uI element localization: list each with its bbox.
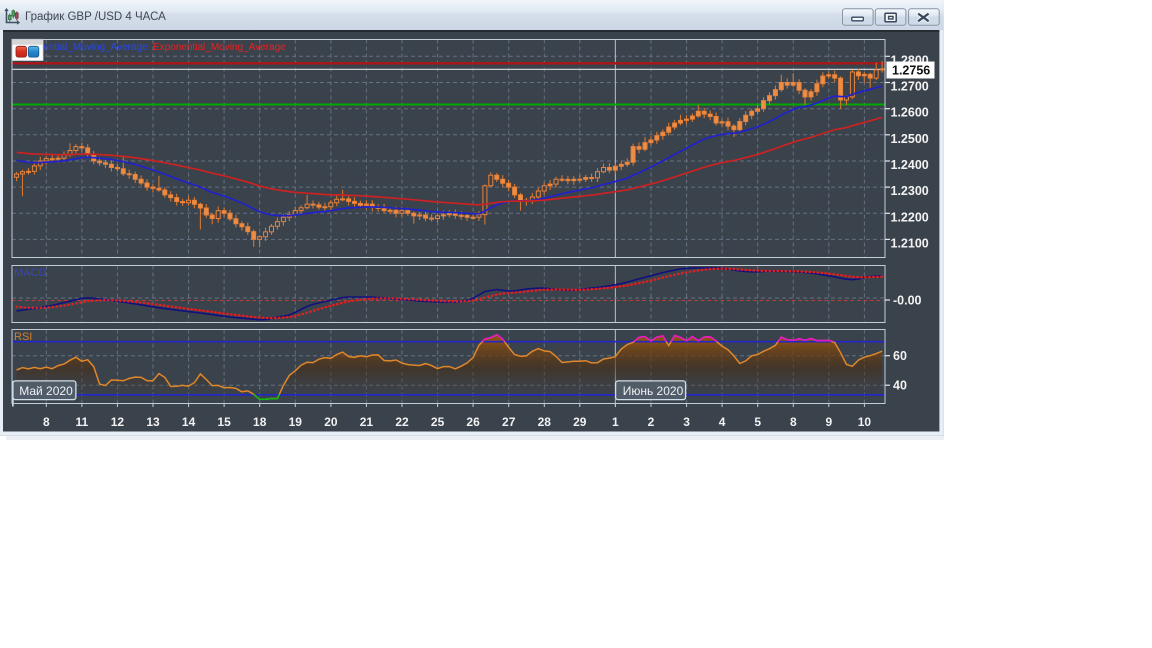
svg-text:RSI: RSI [14, 331, 32, 343]
svg-text:14: 14 [182, 415, 196, 429]
svg-text:9: 9 [825, 415, 832, 429]
svg-text:22: 22 [395, 415, 409, 429]
svg-text:График GBP /USD 4 ЧАСА: График GBP /USD 4 ЧАСА [25, 11, 166, 23]
svg-text:1.2400: 1.2400 [891, 158, 929, 172]
svg-text:13: 13 [146, 415, 160, 429]
svg-text:29: 29 [573, 415, 587, 429]
svg-text:Exponential_Moving_Average: Exponential_Moving_Average [153, 42, 286, 53]
svg-text:15: 15 [217, 415, 231, 429]
svg-text:26: 26 [466, 415, 480, 429]
svg-text:60: 60 [893, 349, 907, 363]
svg-text:11: 11 [76, 415, 89, 429]
svg-text:1.2756: 1.2756 [892, 64, 930, 78]
svg-text:MACD: MACD [14, 267, 46, 279]
svg-text:8: 8 [43, 415, 50, 429]
svg-text:18: 18 [253, 415, 267, 429]
svg-text:25: 25 [431, 415, 445, 429]
svg-text:Июнь 2020: Июнь 2020 [623, 384, 684, 398]
svg-text:1.2600: 1.2600 [891, 106, 929, 120]
svg-text:1: 1 [612, 415, 619, 429]
svg-text:10: 10 [858, 415, 872, 429]
svg-text:2: 2 [648, 415, 655, 429]
svg-text:8: 8 [790, 415, 797, 429]
svg-text:20: 20 [324, 415, 338, 429]
svg-text:28: 28 [538, 415, 552, 429]
svg-text:27: 27 [502, 415, 516, 429]
svg-text:1.2500: 1.2500 [891, 132, 929, 146]
svg-text:4: 4 [719, 415, 726, 429]
svg-text:40: 40 [893, 379, 907, 393]
svg-text:12: 12 [111, 415, 125, 429]
svg-text:1.2200: 1.2200 [891, 210, 929, 224]
svg-text:1.2100: 1.2100 [891, 236, 929, 250]
svg-text:1.2300: 1.2300 [891, 184, 929, 198]
svg-text:Май 2020: Май 2020 [19, 384, 73, 398]
svg-text:21: 21 [360, 415, 374, 429]
svg-text:19: 19 [289, 415, 303, 429]
svg-text:1.2700: 1.2700 [891, 80, 929, 94]
svg-text:-0.00: -0.00 [893, 294, 922, 308]
svg-text:5: 5 [754, 415, 761, 429]
svg-text:3: 3 [683, 415, 690, 429]
